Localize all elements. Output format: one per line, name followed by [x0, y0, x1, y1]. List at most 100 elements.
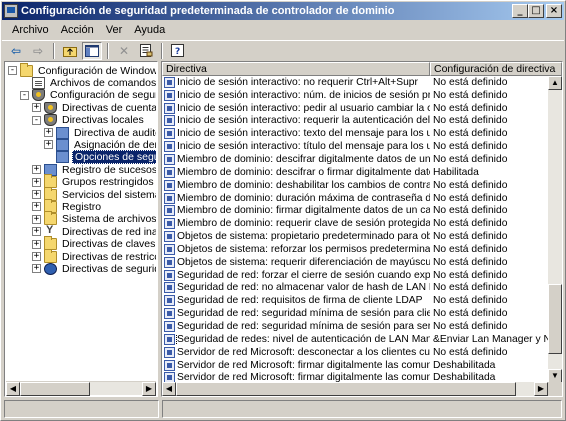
collapse-icon[interactable]: - — [32, 115, 41, 125]
title-bar[interactable]: Configuración de seguridad predeterminad… — [2, 2, 564, 20]
collapse-icon[interactable]: - — [20, 90, 29, 100]
tree-item-label[interactable]: Registro — [60, 201, 103, 213]
scroll-down-icon[interactable]: ▼ — [548, 369, 562, 383]
tree-item-label[interactable]: Directivas de red inalámbrica — [60, 226, 156, 238]
tree-item-label[interactable]: Directivas de restricción de software — [60, 251, 156, 263]
tree-item-label[interactable]: Directivas locales — [60, 114, 146, 126]
scroll-right-icon[interactable]: ▶ — [142, 382, 156, 396]
expand-icon[interactable]: + — [32, 177, 41, 187]
tree-item-label[interactable]: Directivas de seguridad IP en Active Dir… — [60, 263, 156, 275]
expand-icon[interactable]: + — [32, 214, 41, 224]
show-hide-tree-icon[interactable] — [82, 41, 102, 60]
table-row[interactable]: Servidor de red Microsoft: desconectar a… — [162, 346, 550, 359]
expand-icon[interactable]: + — [32, 190, 41, 199]
table-row[interactable]: Inicio de sesión interactivo: requerir l… — [162, 115, 550, 128]
expand-icon[interactable]: + — [44, 140, 53, 150]
tree-item[interactable]: + Directivas de restricción de software — [32, 248, 156, 263]
tree-item[interactable]: - Directivas locales — [32, 114, 146, 127]
policy-list-pane[interactable]: Directiva Configuración de directiva Ini… — [161, 61, 563, 397]
menu-ver[interactable]: Ver — [100, 24, 129, 36]
list-horizontal-scrollbar[interactable]: ◀ ▶ — [162, 382, 548, 396]
scroll-left-icon[interactable]: ◀ — [162, 382, 176, 396]
expand-icon[interactable]: + — [44, 128, 53, 137]
table-row[interactable]: Miembro de dominio: firmar digitalmente … — [162, 205, 550, 218]
table-row[interactable]: Inicio de sesión interactivo: núm. de in… — [162, 89, 550, 102]
column-header-policy[interactable]: Directiva — [162, 62, 430, 76]
tree-item[interactable]: - Configuración de Windows — [8, 63, 156, 77]
menu-accion[interactable]: Acción — [55, 24, 100, 36]
table-row[interactable]: Seguridad de red: forzar el cierre de se… — [162, 269, 550, 282]
close-button[interactable]: × — [546, 4, 562, 18]
tree-pane[interactable]: - Configuración de Windows Archivos de com… — [4, 61, 158, 397]
expand-icon[interactable]: + — [32, 165, 41, 175]
table-row[interactable]: Seguridad de red: seguridad mínima de se… — [162, 320, 550, 333]
policy-list[interactable]: Inicio de sesión interactivo: no requeri… — [162, 76, 550, 383]
tree-item[interactable]: + Directivas de cuenta — [32, 101, 156, 114]
column-header-setting[interactable]: Configuración de directiva — [430, 62, 562, 76]
table-row[interactable]: Seguridad de red: seguridad mínima de se… — [162, 307, 550, 320]
table-row[interactable]: Miembro de dominio: requerir clave de se… — [162, 217, 550, 230]
table-row[interactable]: Inicio de sesión interactivo: título del… — [162, 140, 550, 153]
tree-scroll-thumb[interactable] — [20, 382, 90, 396]
table-row[interactable]: Inicio de sesión interactivo: pedir al u… — [162, 102, 550, 115]
table-row[interactable]: Seguridad de red: requisitos de firma de… — [162, 294, 550, 307]
tree-item-label[interactable]: Opciones de seguridad — [72, 150, 156, 165]
tree-item-label[interactable]: Grupos restringidos — [60, 176, 156, 188]
table-row[interactable]: Miembro de dominio: descifrar digitalmen… — [162, 153, 550, 166]
help-icon[interactable]: ? — [168, 42, 188, 60]
tree-item-label[interactable]: Sistema de archivos — [60, 213, 156, 225]
table-row[interactable]: Seguridad de redes: nivel de autenticaci… — [162, 333, 550, 346]
expand-icon[interactable]: + — [32, 239, 41, 249]
tree-item-label[interactable]: Configuración de seguridad — [48, 89, 156, 101]
expand-icon[interactable]: + — [32, 252, 41, 261]
delete-icon[interactable]: ✕ — [114, 42, 134, 60]
list-hscroll-thumb[interactable] — [176, 382, 516, 396]
table-row[interactable]: Seguridad de red: no almacenar valor de … — [162, 282, 550, 295]
collapse-icon[interactable]: - — [8, 66, 17, 75]
expand-icon[interactable]: + — [32, 103, 41, 113]
table-row[interactable]: Objetos de sistema: requerir diferenciac… — [162, 256, 550, 269]
list-vscroll-thumb[interactable] — [548, 284, 562, 354]
tree-item[interactable]: - Configuración de seguridad — [20, 89, 156, 102]
tree-item[interactable]: Archivos de comandos (inicio/apagado) — [20, 76, 156, 89]
expand-icon[interactable]: + — [32, 264, 41, 274]
tree-item[interactable]: Opciones de seguridad — [44, 150, 156, 165]
properties-icon[interactable] — [136, 42, 156, 60]
table-row[interactable]: Inicio de sesión interactivo: no requeri… — [162, 76, 550, 89]
scroll-left-icon[interactable]: ◀ — [6, 382, 20, 396]
tree-item[interactable]: + Directivas de seguridad IP en Active Di… — [32, 262, 156, 275]
tree-item-label[interactable]: Configuración de Windows — [36, 65, 156, 77]
expand-icon[interactable]: + — [32, 202, 41, 212]
table-row[interactable]: Servidor de red Microsoft: firmar digita… — [162, 359, 550, 372]
maximize-button[interactable]: □ — [528, 4, 544, 18]
tree-item-label[interactable]: Directiva de auditoría — [72, 127, 156, 139]
menu-archivo[interactable]: Archivo — [6, 24, 55, 36]
scroll-right-icon[interactable]: ▶ — [534, 382, 548, 396]
list-vertical-scrollbar[interactable]: ▲ ▼ — [548, 76, 562, 383]
scroll-up-icon[interactable]: ▲ — [548, 76, 562, 90]
table-row[interactable]: Miembro de dominio: deshabilitar los cam… — [162, 179, 550, 192]
expand-icon[interactable]: + — [32, 227, 41, 237]
tree-horizontal-scrollbar[interactable]: ◀ ▶ — [6, 381, 156, 396]
menu-ayuda[interactable]: Ayuda — [128, 24, 171, 36]
tree-item-label[interactable]: Asignación de derechos de usuario — [72, 139, 156, 151]
tree-item-label[interactable]: Servicios del sistema — [60, 189, 156, 201]
tree-item[interactable]: + Registro — [32, 198, 103, 213]
up-folder-icon[interactable] — [60, 42, 80, 60]
tree-item[interactable]: + Directiva de auditoría — [44, 126, 156, 139]
policy-name: Seguridad de red: requisitos de firma de… — [177, 295, 423, 307]
tree-item-label[interactable]: Directivas de claves públicas — [60, 238, 156, 250]
tree-view[interactable]: - Configuración de Windows Archivos de com… — [6, 63, 156, 381]
back-icon[interactable]: ⇦ — [6, 42, 26, 60]
table-row[interactable]: Miembro de dominio: duración máxima de c… — [162, 192, 550, 205]
tree-item-label[interactable]: Directivas de cuenta — [60, 102, 156, 114]
window-title: Configuración de seguridad predeterminad… — [21, 5, 395, 17]
table-row[interactable]: Miembro de dominio: descifrar o firmar d… — [162, 166, 550, 179]
minimize-button[interactable]: _ — [512, 4, 528, 18]
tree-item-label[interactable]: Registro de sucesos — [60, 164, 156, 176]
table-row[interactable]: Objetos de sistema: reforzar los permiso… — [162, 243, 550, 256]
table-row[interactable]: Inicio de sesión interactivo: texto del … — [162, 127, 550, 140]
forward-icon[interactable]: ⇨ — [28, 42, 48, 60]
tree-item-label[interactable]: Archivos de comandos (inicio/apagado) — [48, 77, 156, 89]
table-row[interactable]: Objetos de sistema: propietario predeter… — [162, 230, 550, 243]
